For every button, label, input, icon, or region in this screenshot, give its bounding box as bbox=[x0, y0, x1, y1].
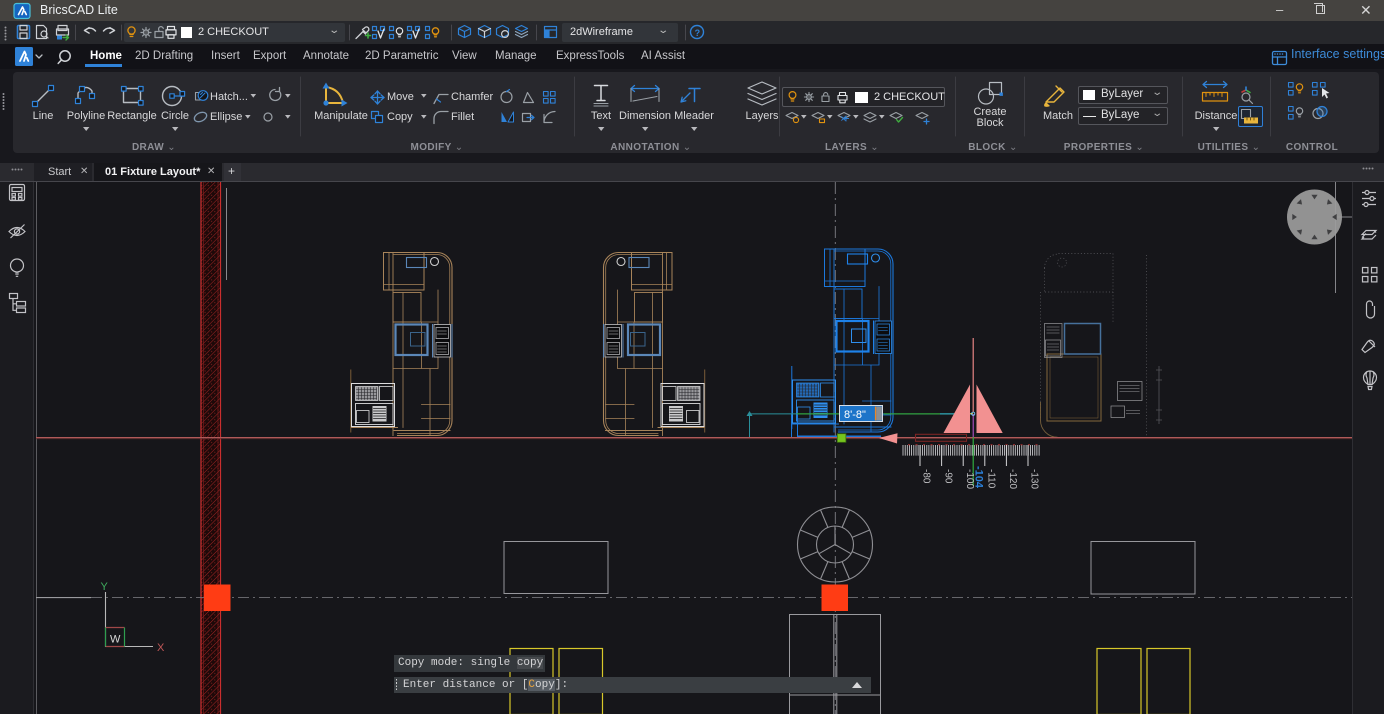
svg-text:-130: -130 bbox=[1029, 469, 1040, 489]
svg-text:-104: -104 bbox=[973, 466, 985, 489]
svg-text:-120: -120 bbox=[1007, 469, 1018, 489]
svg-text:W: W bbox=[110, 634, 121, 646]
svg-text:X: X bbox=[157, 642, 165, 654]
svg-text:-110: -110 bbox=[986, 469, 997, 489]
svg-text:-90: -90 bbox=[942, 469, 953, 484]
svg-text:8'-8": 8'-8" bbox=[844, 409, 866, 421]
svg-text:Y: Y bbox=[101, 581, 109, 593]
svg-text:?: ? bbox=[695, 28, 701, 38]
svg-text:-80: -80 bbox=[921, 469, 932, 484]
